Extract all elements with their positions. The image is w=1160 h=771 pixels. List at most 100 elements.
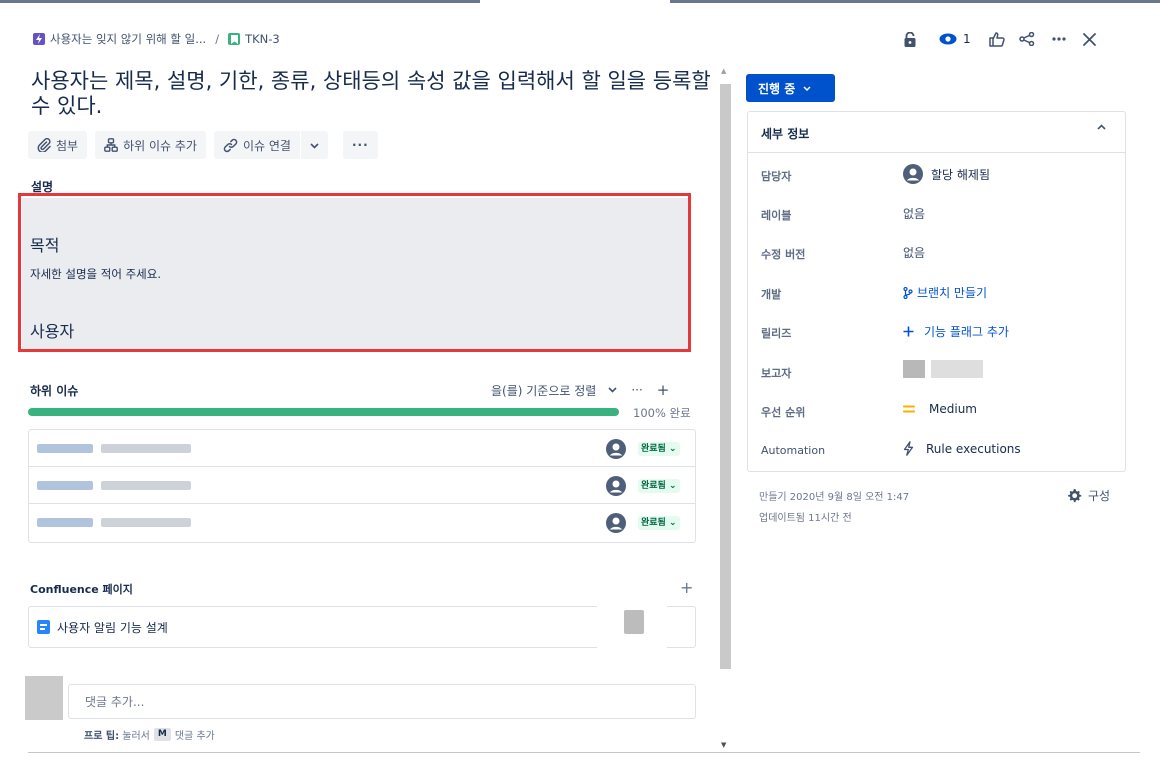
chevron-down-icon [310, 138, 319, 152]
child-progress-fill [28, 408, 619, 416]
child-progress-bar [28, 408, 619, 416]
status-badge[interactable]: 완료됨 ⌄ [638, 442, 680, 456]
more-icon[interactable] [1048, 26, 1070, 52]
protip-label: 프로 팁: [84, 731, 120, 742]
breadcrumb-issue-key[interactable]: TKN-3 [245, 32, 280, 46]
watch-count: 1 [963, 32, 971, 46]
protip-text-end: 댓글 추가 [174, 731, 215, 742]
development-label: 개발 [761, 288, 782, 301]
comment-protip: 프로 팁: 눌러서 M 댓글 추가 [84, 727, 215, 742]
child-issues-label: 하위 이슈 [30, 384, 79, 398]
add-child-label: 하위 이슈 추가 [123, 138, 197, 153]
highlight-annotation [18, 193, 691, 352]
attach-button[interactable]: 첨부 [28, 131, 88, 159]
toolbar-more-button[interactable]: ··· [342, 131, 378, 159]
chevron-up-icon[interactable] [1097, 123, 1106, 133]
child-issues-controls: 을(를) 기준으로 정렬 ··· + [491, 381, 669, 399]
reporter-value[interactable] [903, 360, 988, 378]
paperclip-icon [37, 138, 51, 152]
attach-label: 첨부 [56, 138, 79, 153]
confluence-page-item[interactable]: 사용자 알림 기능 설계 [28, 606, 696, 648]
issue-header-actions: 1 [897, 26, 1101, 52]
redacted-issue-key [37, 444, 93, 453]
link-icon [223, 138, 238, 153]
story-bookmark-icon [228, 33, 241, 45]
child-progress-label: 100% 완료 [633, 406, 691, 420]
redacted-issue-key [37, 481, 93, 490]
add-confluence-icon[interactable]: + [680, 578, 693, 597]
priority-label: 우선 순위 [761, 406, 806, 419]
redacted-issue-key [37, 518, 93, 527]
avatar-icon[interactable] [606, 513, 626, 533]
comment-input[interactable] [68, 684, 696, 719]
issue-title[interactable]: 사용자는 제목, 설명, 기한, 종류, 상태등의 속성 값을 입력해서 할 일… [31, 69, 711, 119]
breadcrumb-separator: / [215, 32, 220, 46]
fix-version-label: 수정 버전 [761, 248, 806, 261]
add-feature-flag-link[interactable]: 기능 플래그 추가 [903, 323, 1009, 340]
add-child-issue-button[interactable]: 하위 이슈 추가 [95, 131, 206, 159]
watch-button[interactable]: 1 [939, 26, 971, 52]
table-row[interactable]: 완료됨 ⌄ [29, 430, 695, 467]
sort-label: 을(를) 기준으로 정렬 [491, 383, 597, 398]
avatar-icon [903, 164, 923, 184]
bottom-divider [28, 752, 1140, 753]
configure-button[interactable]: 구성 [1067, 487, 1110, 504]
chevron-down-icon [803, 84, 811, 93]
details-title: 세부 정보 [761, 127, 810, 141]
plus-icon [903, 326, 914, 337]
scrollbar-thumb[interactable] [720, 84, 731, 669]
details-panel: 세부 정보 담당자 할당 해제됨 레이블 없음 수정 버전 없음 개발 브랜치 … [747, 111, 1126, 472]
assignee-label: 담당자 [761, 170, 792, 183]
keyboard-shortcut-key: M [153, 728, 171, 741]
avatar-icon[interactable] [606, 476, 626, 496]
confluence-label: Confluence 페이지 [30, 583, 133, 596]
table-row[interactable]: 완료됨 ⌄ [29, 504, 695, 541]
labels-label: 레이블 [761, 209, 792, 222]
rule-executions[interactable]: Rule executions [903, 441, 1021, 456]
redacted-issue-summary [101, 481, 191, 490]
assignee-value[interactable]: 할당 해제됨 [903, 164, 990, 184]
redacted-issue-summary [101, 444, 191, 453]
table-row[interactable]: 완료됨 ⌄ [29, 467, 695, 504]
create-branch-link[interactable]: 브랜치 만들기 [903, 284, 987, 301]
breadcrumb-epic[interactable]: 사용자는 잊지 않기 위해 할 일... [50, 31, 206, 47]
child-more-icon[interactable]: ··· [631, 383, 642, 397]
link-issue-button[interactable]: 이슈 연결 [213, 131, 300, 159]
labels-value[interactable]: 없음 [903, 205, 925, 222]
redacted-reporter [903, 360, 988, 378]
sort-dropdown[interactable]: 을(를) 기준으로 정렬 [491, 382, 617, 399]
avatar-icon[interactable] [606, 439, 626, 459]
avatar [25, 676, 63, 720]
protip-text: 눌러서 [122, 731, 150, 742]
status-badge[interactable]: 완료됨 ⌄ [638, 516, 680, 530]
confluence-author-avatar [597, 596, 667, 650]
close-icon[interactable] [1079, 26, 1101, 52]
confluence-page-title[interactable]: 사용자 알림 기능 설계 [57, 619, 168, 636]
share-icon[interactable] [1016, 26, 1038, 52]
priority-medium-icon [903, 405, 915, 413]
lightning-bolt-icon [903, 441, 914, 456]
fix-version-value[interactable]: 없음 [903, 244, 925, 261]
thumbs-up-icon[interactable] [987, 26, 1007, 52]
scroll-up-arrow-icon[interactable]: ▲ [721, 67, 726, 75]
link-issue-dropdown[interactable] [300, 131, 328, 159]
add-child-icon[interactable]: + [657, 381, 670, 399]
breadcrumb: 사용자는 잊지 않기 위해 할 일... / TKN-3 [33, 31, 280, 47]
link-issue-label: 이슈 연결 [242, 138, 291, 153]
releases-label: 릴리즈 [761, 327, 792, 340]
redacted-issue-summary [101, 518, 191, 527]
branch-icon [903, 286, 913, 299]
status-badge[interactable]: 완료됨 ⌄ [638, 479, 680, 493]
created-timestamp: 만들기 2020년 9월 8일 오전 1:47 [759, 492, 910, 503]
chevron-down-icon [608, 387, 617, 393]
confluence-page-icon [37, 620, 50, 634]
issue-toolbar: 첨부 하위 이슈 추가 이슈 연결 ··· [28, 131, 386, 159]
status-transition-button[interactable]: 진행 중 [746, 74, 835, 102]
lock-icon[interactable] [897, 26, 923, 52]
gear-icon [1067, 488, 1082, 503]
scroll-down-arrow-icon[interactable]: ▼ [721, 741, 726, 749]
configure-label: 구성 [1088, 489, 1111, 503]
priority-value[interactable]: Medium [903, 402, 977, 416]
hierarchy-icon [104, 138, 118, 152]
details-header[interactable]: 세부 정보 [748, 112, 1125, 153]
